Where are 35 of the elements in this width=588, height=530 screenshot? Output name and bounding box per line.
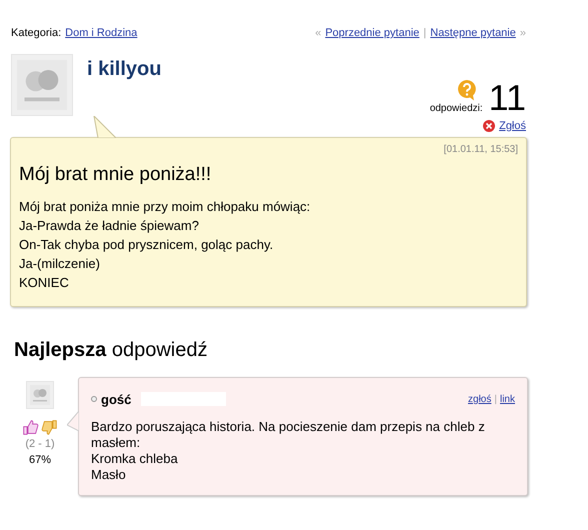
separator: | xyxy=(494,392,497,407)
question-bubble-icon xyxy=(456,78,477,100)
answer-text: Masło xyxy=(91,467,127,483)
question-text: KONIEC xyxy=(19,274,70,292)
separator: | xyxy=(423,26,426,41)
answers-label: odpowiedzi: xyxy=(430,102,483,116)
question-text: Ja-Prawda że ładnie śpiewam? xyxy=(19,216,200,234)
avatar xyxy=(11,54,73,116)
best-answer-heading: Najlepsza odpowiedź xyxy=(14,338,208,362)
vote-percent: 67% xyxy=(28,453,52,468)
previous-question-link[interactable]: Poprzednie pytanie xyxy=(325,25,420,42)
author-name[interactable]: i killyou xyxy=(87,54,162,116)
answer-text: Bardzo poruszająca historia. Na pocieszenie dam przepis na chleb z masłem: xyxy=(91,419,486,451)
report-link[interactable]: zgłoś xyxy=(468,392,492,407)
vote-count: (2 - 1) xyxy=(25,436,55,452)
next-question-link[interactable]: Następne pytanie xyxy=(430,25,516,42)
close-icon xyxy=(483,120,496,132)
permalink[interactable]: link xyxy=(500,392,515,407)
thumbs-down-icon[interactable] xyxy=(41,418,58,436)
bullet-icon xyxy=(91,396,97,402)
report-link[interactable]: Zgłoś xyxy=(499,118,526,134)
question-title: Mój brat mnie poniża!!! xyxy=(19,163,212,187)
left-guillemet: « xyxy=(315,26,322,41)
category-label: Kategoria: xyxy=(11,26,62,41)
right-guillemet: » xyxy=(520,26,526,41)
question-text: Mój brat poniża mnie przy moim chłopaku mówiąc: xyxy=(19,198,312,216)
category-link[interactable]: Dom i Rodzina xyxy=(65,25,138,42)
answers-count: 11 xyxy=(488,80,526,116)
avatar xyxy=(26,380,54,408)
answer-text: Kromka chleba xyxy=(91,451,179,467)
answer-author: gość xyxy=(101,390,132,409)
thumbs-up-icon[interactable] xyxy=(22,418,39,436)
question-date: [01.01.11, 15:53] xyxy=(444,143,518,157)
question-text: Ja-(milczenie) xyxy=(19,254,101,272)
question-text: On-Tak chyba pod prysznicem, goląc pachy. xyxy=(19,236,274,254)
